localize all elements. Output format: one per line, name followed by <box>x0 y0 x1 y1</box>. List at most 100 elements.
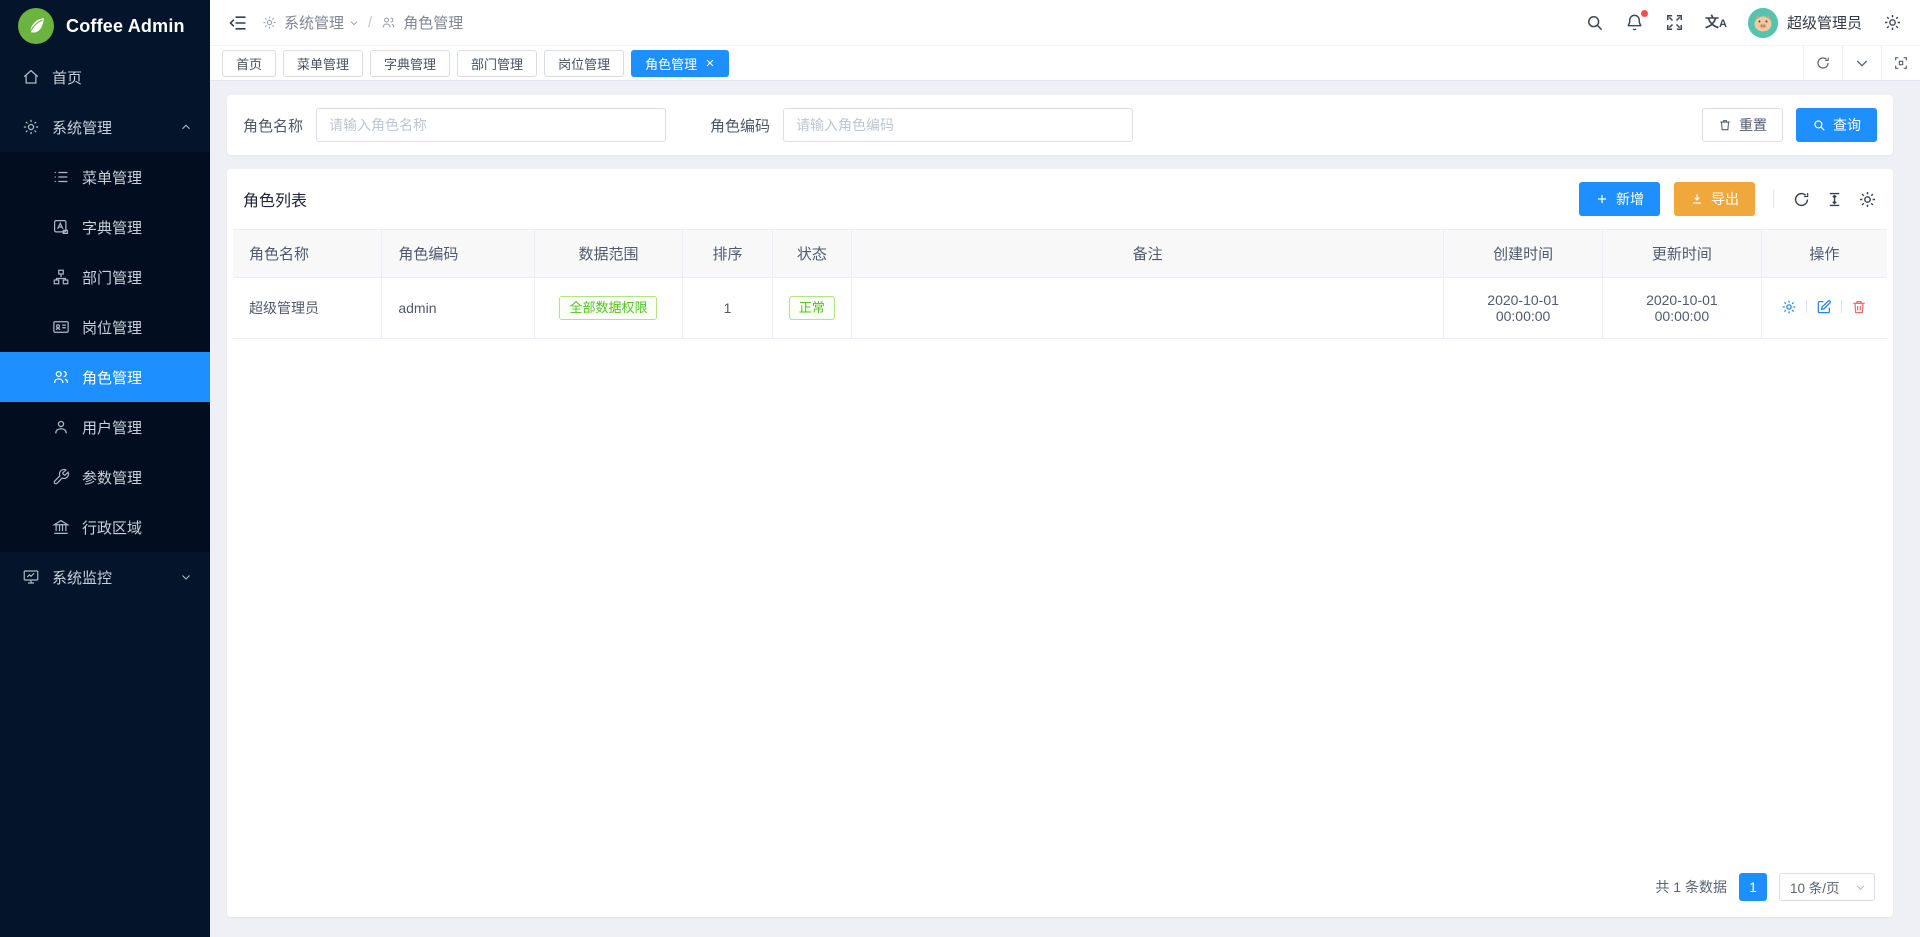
bank-icon <box>52 518 70 536</box>
role-code-label: 角色编码 <box>710 115 770 136</box>
sidebar-item-label: 系统监控 <box>52 567 180 588</box>
translate-cn-glyph: 文 <box>1705 14 1719 30</box>
settings-gear-icon[interactable] <box>1883 13 1902 32</box>
role-name-label: 角色名称 <box>243 115 303 136</box>
add-button[interactable]: 新增 <box>1579 182 1660 216</box>
breadcrumb: 系统管理 / 角色管理 <box>262 12 463 33</box>
tab-label: 菜单管理 <box>297 54 349 73</box>
notifications-bell-icon[interactable] <box>1625 13 1644 32</box>
cell-role-name: 超级管理员 <box>233 278 382 339</box>
tabs-bar: 首页 菜单管理 字典管理 部门管理 岗位管理 角色管理 <box>210 45 1920 81</box>
search-icon[interactable] <box>1585 13 1604 32</box>
sidebar-item-home[interactable]: 首页 <box>0 52 210 102</box>
col-data-scope[interactable]: 数据范围 <box>534 230 683 278</box>
table-header-row: 角色名称 角色编码 数据范围 排序 状态 备注 创建时间 更新时间 操作 <box>233 230 1887 278</box>
breadcrumb-separator: / <box>366 14 374 31</box>
role-list-card-header: 角色列表 新增 导出 <box>227 169 1893 229</box>
table-settings-gear-icon[interactable] <box>1858 190 1877 209</box>
chevron-down-icon[interactable] <box>1842 46 1881 80</box>
tab-post-management[interactable]: 岗位管理 <box>544 50 624 77</box>
toolbar-divider <box>1773 190 1774 208</box>
page-1-button[interactable]: 1 <box>1739 873 1767 901</box>
breadcrumb-parent[interactable]: 系统管理 <box>284 12 344 33</box>
chevron-down-icon <box>180 571 192 583</box>
fullscreen-icon[interactable] <box>1665 13 1684 32</box>
sidebar-item-param-management[interactable]: 参数管理 <box>0 452 210 502</box>
row-edit-icon[interactable] <box>1816 299 1832 315</box>
sidebar-item-label: 岗位管理 <box>82 317 192 338</box>
sidebar-item-user-management[interactable]: 用户管理 <box>0 402 210 452</box>
tab-menu-management[interactable]: 菜单管理 <box>283 50 363 77</box>
data-scope-tag: 全部数据权限 <box>559 296 657 321</box>
maximize-icon[interactable] <box>1881 46 1920 80</box>
col-role-code[interactable]: 角色编码 <box>382 230 534 278</box>
sidebar-item-admin-region[interactable]: 行政区域 <box>0 502 210 552</box>
list-icon <box>52 168 70 186</box>
pagination: 共 1 条数据 1 10 条/页 <box>227 859 1893 917</box>
role-list-card: 角色列表 新增 导出 <box>227 169 1893 917</box>
chevron-down-icon <box>349 18 359 28</box>
col-created-at[interactable]: 创建时间 <box>1444 230 1603 278</box>
role-code-input[interactable] <box>783 108 1133 142</box>
gear-icon <box>22 118 40 136</box>
translate-en-glyph: A <box>1719 18 1727 30</box>
chevron-down-icon <box>1855 882 1866 893</box>
sidebar-item-post-management[interactable]: 岗位管理 <box>0 302 210 352</box>
user-menu[interactable]: 超级管理员 <box>1748 8 1862 38</box>
tab-dict-management[interactable]: 字典管理 <box>370 50 450 77</box>
sidebar-item-label: 用户管理 <box>82 417 192 438</box>
tab-home[interactable]: 首页 <box>222 50 276 77</box>
main-area: 系统管理 / 角色管理 文A <box>210 0 1920 937</box>
cell-sort: 1 <box>683 278 772 339</box>
breadcrumb-current[interactable]: 角色管理 <box>403 12 463 33</box>
close-icon[interactable] <box>705 58 715 68</box>
table-refresh-icon[interactable] <box>1792 190 1811 209</box>
download-icon <box>1690 192 1704 206</box>
sidebar-collapse-button[interactable] <box>224 9 252 37</box>
home-icon <box>22 68 40 86</box>
col-updated-at[interactable]: 更新时间 <box>1602 230 1761 278</box>
sidebar-item-label: 参数管理 <box>82 467 192 488</box>
tab-dept-management[interactable]: 部门管理 <box>457 50 537 77</box>
col-role-name[interactable]: 角色名称 <box>233 230 382 278</box>
avatar <box>1748 8 1778 38</box>
tab-label: 岗位管理 <box>558 54 610 73</box>
row-delete-trash-icon[interactable] <box>1851 299 1867 315</box>
sidebar-item-system-monitor[interactable]: 系统监控 <box>0 552 210 602</box>
query-button[interactable]: 查询 <box>1796 108 1877 142</box>
tab-label: 字典管理 <box>384 54 436 73</box>
cell-remark <box>852 278 1444 339</box>
sidebar-item-label: 角色管理 <box>82 367 192 388</box>
sidebar-item-system-management[interactable]: 系统管理 <box>0 102 210 152</box>
col-status[interactable]: 状态 <box>772 230 851 278</box>
sidebar-item-menu-management[interactable]: 菜单管理 <box>0 152 210 202</box>
col-remark[interactable]: 备注 <box>852 230 1444 278</box>
table-row[interactable]: 超级管理员 admin 全部数据权限 1 正常 2020-10-01 00:00… <box>233 278 1887 339</box>
dictionary-icon <box>52 218 70 236</box>
reset-button-label: 重置 <box>1739 115 1767 135</box>
reset-button[interactable]: 重置 <box>1702 108 1783 142</box>
tab-label: 角色管理 <box>645 54 697 73</box>
role-name-form-item: 角色名称 <box>243 108 666 142</box>
chevron-up-icon <box>180 121 192 133</box>
translate-icon[interactable]: 文A <box>1705 15 1727 30</box>
tabbar-controls <box>1803 46 1920 80</box>
row-height-icon[interactable] <box>1825 190 1844 209</box>
row-permission-gear-icon[interactable] <box>1781 299 1797 315</box>
role-name-input[interactable] <box>316 108 666 142</box>
sidebar-item-dept-management[interactable]: 部门管理 <box>0 252 210 302</box>
export-button[interactable]: 导出 <box>1674 182 1755 216</box>
sidebar-item-role-management[interactable]: 角色管理 <box>0 352 210 402</box>
sidebar-item-dict-management[interactable]: 字典管理 <box>0 202 210 252</box>
sidebar-item-label: 首页 <box>52 67 192 88</box>
card-actions: 新增 导出 <box>1579 182 1877 216</box>
page-size-select[interactable]: 10 条/页 <box>1779 873 1875 901</box>
username: 超级管理员 <box>1787 12 1862 33</box>
gear-icon <box>262 15 277 30</box>
refresh-icon[interactable] <box>1803 46 1842 80</box>
tab-role-management[interactable]: 角色管理 <box>631 50 729 77</box>
status-badge: 正常 <box>789 296 835 321</box>
col-sort[interactable]: 排序 <box>683 230 772 278</box>
top-header: 系统管理 / 角色管理 文A <box>210 0 1920 45</box>
query-button-label: 查询 <box>1833 115 1861 135</box>
